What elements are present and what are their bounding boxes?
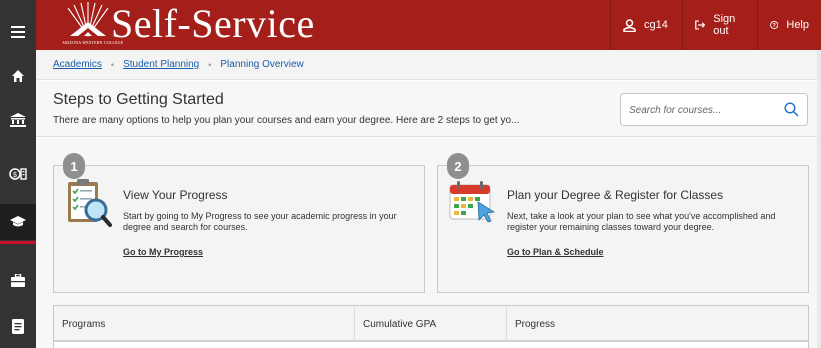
- bank-icon[interactable]: [0, 102, 36, 138]
- column-header-progress: Progress: [506, 306, 808, 342]
- programs-table: Programs Cumulative GPA Progress: [53, 305, 809, 348]
- graduation-cap-icon[interactable]: [0, 204, 36, 244]
- svg-text:$: $: [13, 172, 17, 179]
- page-header: Steps to Getting Started There are many …: [36, 81, 821, 137]
- breadcrumb-academics[interactable]: Academics: [53, 59, 102, 70]
- logo-wordmark: Self-Service: [111, 1, 315, 46]
- college-emblem-icon: ARIZONA WESTERN COLLEGE: [62, 2, 123, 48]
- app: $ ARIZONA WESTERN COLLEGE Self-Service c…: [0, 0, 821, 348]
- breadcrumb: Academics • Student Planning • Planning …: [36, 50, 821, 80]
- table-header-row: Programs Cumulative GPA Progress: [54, 306, 808, 342]
- page-subtitle: There are many options to help you plan …: [53, 115, 520, 126]
- user-label: cg14: [644, 19, 668, 31]
- card-description: Next, take a look at your plan to see wh…: [507, 211, 776, 232]
- clipboard-magnifier-icon: [66, 178, 112, 245]
- finance-icon[interactable]: $: [0, 156, 36, 192]
- calendar-cursor-icon: [448, 180, 498, 231]
- search-icon[interactable]: [784, 102, 799, 117]
- svg-text:?: ?: [773, 23, 776, 29]
- step-number-badge: 1: [63, 153, 85, 179]
- help-button[interactable]: ? Help: [757, 0, 821, 50]
- menu-icon[interactable]: [0, 14, 36, 50]
- main-content: 1 View Your Progress Start by going to M…: [36, 138, 821, 348]
- document-icon[interactable]: [0, 308, 36, 344]
- sign-out-button[interactable]: Sign out: [682, 0, 757, 50]
- column-header-cumulative-gpa: Cumulative GPA: [354, 306, 506, 342]
- breadcrumb-separator: •: [110, 59, 115, 70]
- breadcrumb-separator: •: [208, 59, 212, 70]
- course-search-input[interactable]: [629, 103, 779, 117]
- step-card-progress: 1 View Your Progress Start by going to M…: [53, 153, 425, 293]
- card-title: Plan your Degree & Register for Classes: [507, 188, 724, 202]
- step-card-plan: 2 Plan your Degree & Register for Classe…: [437, 153, 809, 293]
- go-to-my-progress-link[interactable]: Go to My Progress: [123, 247, 203, 257]
- user-icon: [623, 18, 636, 32]
- breadcrumb-planning-overview: Planning Overview: [220, 59, 304, 70]
- page-title: Steps to Getting Started: [53, 91, 224, 108]
- column-header-programs: Programs: [62, 318, 106, 330]
- left-nav-rail: $: [0, 0, 36, 348]
- sign-out-icon: [695, 20, 706, 30]
- breadcrumb-student-planning[interactable]: Student Planning: [123, 59, 199, 70]
- course-search-box[interactable]: [620, 93, 808, 126]
- home-icon[interactable]: [0, 58, 36, 94]
- help-icon: ?: [770, 20, 779, 29]
- logo-subtext: ARIZONA WESTERN COLLEGE: [62, 40, 124, 45]
- top-header: ARIZONA WESTERN COLLEGE Self-Service cg1…: [36, 0, 821, 50]
- card-title: View Your Progress: [123, 188, 228, 202]
- briefcase-icon[interactable]: [0, 262, 36, 298]
- go-to-plan-and-schedule-link[interactable]: Go to Plan & Schedule: [507, 247, 604, 257]
- page-scrollbar[interactable]: [817, 50, 821, 348]
- college-logo[interactable]: ARIZONA WESTERN COLLEGE Self-Service: [62, 2, 322, 48]
- help-label: Help: [786, 19, 809, 31]
- user-menu-button[interactable]: cg14: [610, 0, 682, 50]
- card-description: Start by going to My Progress to see you…: [123, 211, 397, 232]
- sign-out-label: Sign out: [713, 13, 736, 37]
- step-number-badge: 2: [447, 153, 469, 179]
